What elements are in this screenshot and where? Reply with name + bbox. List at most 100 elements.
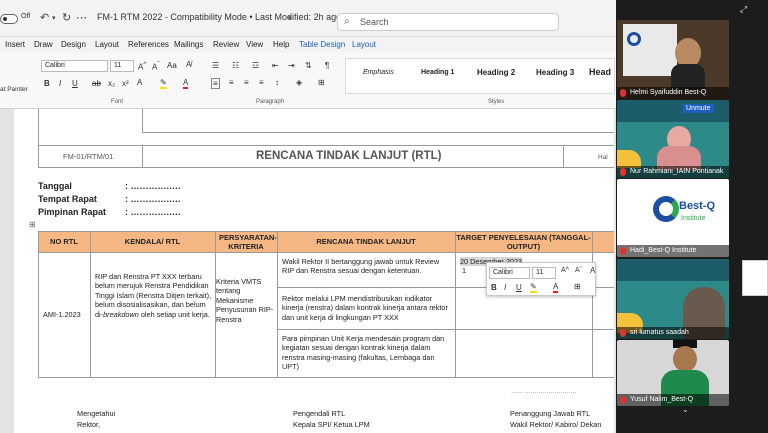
align-right-icon[interactable]: ≡ xyxy=(244,78,249,87)
participant-tile-3[interactable]: Best-Q Institute Hadi_Best-Q Institute xyxy=(617,179,729,257)
mini-toolbar: Calibri 11 A^ Aˇ A B I U ✎ A ⊞ xyxy=(486,262,596,296)
mini-underline-icon[interactable]: U xyxy=(516,283,522,292)
panel-scroll-down-icon[interactable]: ⌄ xyxy=(682,405,689,414)
participant-tile-5[interactable]: Yusuf Nalim_Best-Q xyxy=(617,340,729,406)
cell-rencana-1[interactable]: Wakil Rektor II bertanggung jawab untuk … xyxy=(282,257,450,276)
mini-shrink-font-icon[interactable]: Aˇ xyxy=(575,267,582,274)
cell-kendala[interactable]: RIP dan Renstra PT XXX terbaru belum mer… xyxy=(95,272,213,319)
mini-borders-icon[interactable]: ⊞ xyxy=(574,282,581,291)
redo-icon[interactable]: ↻ xyxy=(62,11,71,24)
mini-styles-icon[interactable]: A xyxy=(590,266,595,275)
style-heading-2[interactable]: Heading 2 xyxy=(477,68,515,77)
style-heading-3[interactable]: Heading 3 xyxy=(536,68,574,77)
font-color-icon[interactable]: A xyxy=(183,78,189,89)
cell-no-rtl[interactable]: AMI-1.2023 xyxy=(43,310,81,319)
tab-help[interactable]: Help xyxy=(273,40,289,49)
font-size-select[interactable]: 11 xyxy=(110,60,134,72)
styles-group-label: Styles xyxy=(488,99,505,105)
mini-font-color-icon[interactable]: A xyxy=(553,282,559,293)
participant-tile-4[interactable]: sri lumatus saadah xyxy=(617,259,729,339)
best-q-logo-icon xyxy=(653,196,679,222)
superscript-icon[interactable]: x² xyxy=(122,79,129,88)
tab-review[interactable]: Review xyxy=(213,40,239,49)
shading-icon[interactable]: ◈ xyxy=(296,78,302,87)
tab-insert[interactable]: Insert xyxy=(5,40,25,49)
participant-tile-1[interactable]: Helmi Syaifuddin Best-Q xyxy=(617,20,729,99)
mini-size-select[interactable]: 11 xyxy=(532,267,556,279)
menu-bar: Insert Draw Design Layout References Mai… xyxy=(0,37,616,53)
sign-1-line2: Rektor, xyxy=(77,420,101,429)
search-box[interactable]: ⌕ Search xyxy=(337,13,559,31)
sort-icon[interactable]: ⇅ xyxy=(305,61,312,70)
cell-kriteria[interactable]: Kriteria VMTS tentang Mekanisme Penyusun… xyxy=(216,277,278,324)
tab-design[interactable]: Design xyxy=(61,40,86,49)
font-name-select[interactable]: Calibri xyxy=(41,60,108,72)
field-value-tempat[interactable]: : ………….…. xyxy=(125,194,181,204)
format-painter-button[interactable]: at Painter xyxy=(0,86,28,93)
borders-icon[interactable]: ⊞ xyxy=(318,78,325,87)
underline-icon[interactable]: U xyxy=(72,79,78,88)
tab-references[interactable]: References xyxy=(128,40,169,49)
mini-highlight-icon[interactable]: ✎ xyxy=(530,282,537,293)
participant-name-3: Hadi_Best-Q Institute xyxy=(630,247,697,254)
dotted-line: …… …………………….. xyxy=(511,389,577,395)
tab-table-design[interactable]: Table Design xyxy=(299,40,345,49)
italic-icon[interactable]: I xyxy=(59,79,61,88)
autosave-toggle[interactable] xyxy=(0,14,18,24)
align-left-icon[interactable]: ≡ xyxy=(211,78,220,89)
style-emphasis[interactable]: Emphasis xyxy=(363,69,394,76)
grow-font-icon[interactable]: A^ xyxy=(138,61,146,72)
participant-tile-2[interactable]: Unmute Nur Rahmiani_IAIN Pontianak xyxy=(617,100,729,178)
tab-layout[interactable]: Layout xyxy=(95,40,119,49)
sign-1-line1: Mengetahui xyxy=(77,409,116,418)
show-marks-icon[interactable]: ¶ xyxy=(325,61,329,70)
mini-grow-font-icon[interactable]: A^ xyxy=(561,267,569,274)
text-effects-icon[interactable]: A xyxy=(137,78,142,87)
table-move-handle-icon[interactable]: ⊞ xyxy=(29,220,36,229)
field-value-pimpinan[interactable]: : ………….…. xyxy=(125,207,181,217)
cell-rencana-3[interactable]: Para pimpinan Unit Kerja mendesain progr… xyxy=(282,334,450,372)
decrease-indent-icon[interactable]: ⇤ xyxy=(272,61,279,70)
justify-icon[interactable]: ≡ xyxy=(259,78,264,87)
tab-mailings[interactable]: Mailings xyxy=(174,40,203,49)
undo-icon[interactable]: ↶ xyxy=(40,11,49,24)
multilevel-icon[interactable]: ☲ xyxy=(252,61,259,70)
bold-icon[interactable]: B xyxy=(44,79,50,88)
line-spacing-icon[interactable]: ↕ xyxy=(275,78,279,87)
style-heading-4[interactable]: Head xyxy=(589,67,611,77)
mini-bold-icon[interactable]: B xyxy=(491,283,497,292)
tab-table-layout[interactable]: Layout xyxy=(352,40,376,49)
tab-draw[interactable]: Draw xyxy=(34,40,53,49)
unmute-button[interactable]: Unmute xyxy=(683,104,714,113)
field-label-pimpinan: Pimpinan Rapat xyxy=(38,207,107,217)
header-kendala: KENDALA/ RTL xyxy=(90,231,215,252)
style-heading-1[interactable]: Heading 1 xyxy=(421,69,454,76)
bullets-icon[interactable]: ☰ xyxy=(212,61,219,70)
undo-dropdown-icon[interactable]: ▾ xyxy=(52,14,56,22)
numbering-icon[interactable]: ☷ xyxy=(232,61,239,70)
title-chevron-icon[interactable]: ▾ xyxy=(288,14,292,22)
logo-subtext: Institute xyxy=(681,215,706,222)
header-rencana: RENCANA TINDAK LANJUT xyxy=(277,231,455,252)
cell-rencana-2[interactable]: Rektor melalui LPM mendistribusikan indi… xyxy=(282,294,452,322)
align-center-icon[interactable]: ≡ xyxy=(229,78,234,87)
best-q-logo-icon xyxy=(627,32,641,46)
subscript-icon[interactable]: x₂ xyxy=(108,79,115,88)
page-number-label: Hal xyxy=(598,154,608,161)
clear-format-icon[interactable]: A̸ xyxy=(186,60,191,69)
more-icon[interactable]: ⋯ xyxy=(76,11,87,24)
field-value-tanggal[interactable]: : ………….…. xyxy=(125,181,181,191)
change-case-icon[interactable]: Aa xyxy=(167,61,177,70)
mini-font-select[interactable]: Calibri xyxy=(489,267,530,279)
tab-view[interactable]: View xyxy=(246,40,263,49)
sign-3-line2: Wakil Rektor/ Kabiro/ Dekan xyxy=(510,420,602,429)
cell-target-line-2[interactable]: 1 xyxy=(462,266,466,275)
form-code: FM-01/RTM/01 xyxy=(63,152,114,161)
increase-indent-icon[interactable]: ⇥ xyxy=(288,61,295,70)
mini-italic-icon[interactable]: I xyxy=(504,283,506,292)
strikethrough-icon[interactable]: ab xyxy=(92,79,101,88)
shrink-font-icon[interactable]: Aˇ xyxy=(152,61,160,72)
panel-expand-icon[interactable]: ⤢ xyxy=(740,4,747,15)
highlight-icon[interactable]: ✎ xyxy=(160,78,167,89)
header-target: TARGET PENYELESAIAN (TANGGAL-OUTPUT) xyxy=(455,231,592,252)
